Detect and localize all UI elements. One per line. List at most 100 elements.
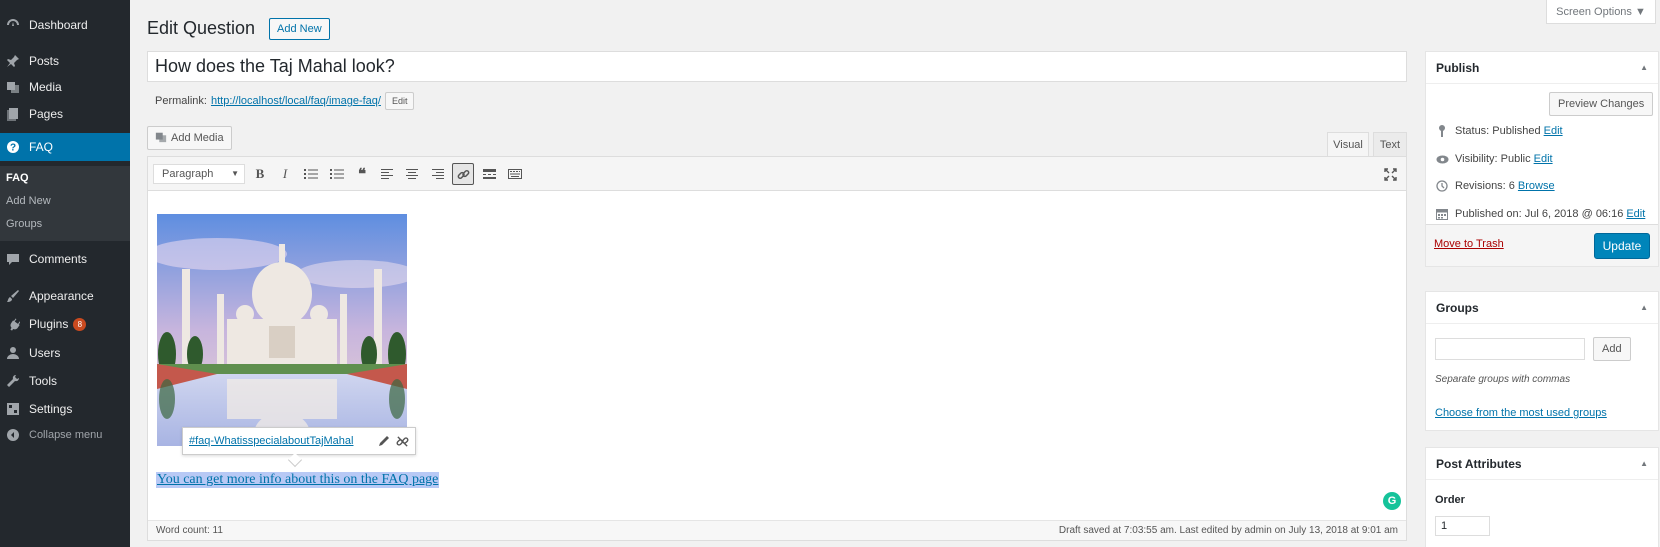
calendar-icon [1435, 208, 1449, 220]
sidebar-item-label: Users [29, 346, 61, 360]
sidebar-item-posts[interactable]: Posts [0, 47, 130, 75]
add-new-button[interactable]: Add New [269, 18, 330, 40]
italic-button[interactable]: I [274, 163, 296, 185]
preview-changes-button[interactable]: Preview Changes [1549, 92, 1654, 116]
collapse-menu-button[interactable]: Collapse menu [0, 421, 130, 449]
sidebar-item-media[interactable]: Media [0, 73, 130, 101]
sidebar-item-plugins[interactable]: Plugins 8 [0, 310, 130, 338]
settings-icon [5, 401, 21, 417]
tab-text[interactable]: Text [1373, 132, 1407, 156]
edit-status-link[interactable]: Edit [1544, 125, 1563, 137]
taj-mahal-image[interactable] [157, 214, 407, 446]
editor-toolbar: Paragraph ▼ B I ❝ [148, 157, 1406, 191]
chevron-up-icon[interactable]: ▲ [1640, 63, 1648, 72]
format-select-value: Paragraph [162, 168, 214, 180]
blockquote-button[interactable]: ❝ [351, 163, 373, 185]
insert-link-button[interactable] [452, 163, 474, 185]
order-input[interactable]: 1 [1435, 516, 1490, 536]
add-group-button[interactable]: Add [1593, 337, 1631, 361]
align-center-icon [406, 169, 418, 179]
permalink-link[interactable]: http://localhost/local/faq/image-faq/ [211, 95, 381, 107]
sidebar-item-pages[interactable]: Pages [0, 100, 130, 128]
chevron-down-icon: ▼ [231, 169, 239, 178]
chevron-up-icon[interactable]: ▲ [1640, 459, 1648, 468]
content-hyperlink[interactable]: You can get more info about this on the … [156, 472, 440, 488]
sidebar-item-settings[interactable]: Settings [0, 395, 130, 423]
post-status-row: Status: Published Edit [1435, 125, 1563, 137]
tab-visual[interactable]: Visual [1327, 132, 1369, 156]
align-left-icon [381, 169, 393, 179]
order-label: Order [1435, 494, 1465, 506]
sidebar-item-users[interactable]: Users [0, 339, 130, 367]
post-attributes-box: Post Attributes ▲ Order 1 [1425, 447, 1659, 547]
editor-content-area[interactable]: #faq-WhatisspecialaboutTajMahal You can … [148, 192, 1406, 522]
groups-hint: Separate groups with commas [1435, 374, 1571, 385]
sidebar-item-faq[interactable]: ? FAQ [0, 133, 130, 161]
post-attributes-header[interactable]: Post Attributes ▲ [1426, 448, 1658, 480]
page-title: Edit Question [147, 18, 256, 38]
post-attributes-title: Post Attributes [1436, 456, 1522, 471]
unlink-icon [396, 435, 409, 447]
sidebar-item-label: Pages [29, 107, 64, 121]
read-more-button[interactable] [478, 163, 500, 185]
submenu-item-add-new[interactable]: Add New [6, 195, 51, 207]
blockquote-icon: ❝ [357, 166, 367, 183]
sidebar-item-label: Settings [29, 402, 73, 416]
align-right-icon [432, 169, 444, 179]
read-more-icon [482, 169, 496, 179]
bullet-list-button[interactable] [300, 163, 322, 185]
align-center-button[interactable] [401, 163, 423, 185]
edit-date-link[interactable]: Edit [1626, 208, 1645, 220]
update-button[interactable]: Update [1594, 233, 1650, 259]
sidebar-item-label: Posts [29, 54, 60, 68]
sidebar-item-tools[interactable]: Tools [0, 367, 130, 395]
new-group-input[interactable] [1435, 338, 1585, 360]
edit-visibility-link[interactable]: Edit [1534, 153, 1553, 165]
dashboard-icon [5, 17, 21, 33]
link-preview[interactable]: #faq-WhatisspecialaboutTajMahal [189, 435, 372, 447]
toolbar-toggle-button[interactable] [504, 163, 526, 185]
publish-box-header[interactable]: Publish ▲ [1426, 52, 1658, 84]
media-icon [155, 131, 167, 146]
post-title-input[interactable]: How does the Taj Mahal look? [147, 51, 1407, 82]
screen-options-button[interactable]: Screen Options ▼ [1546, 0, 1656, 24]
faq-submenu: FAQ Add New Groups [0, 166, 130, 241]
link-icon [457, 169, 469, 179]
bold-icon: B [255, 166, 265, 181]
bold-button[interactable]: B [249, 163, 271, 185]
sidebar-item-comments[interactable]: Comments [0, 245, 130, 273]
sidebar-item-label: Dashboard [29, 18, 88, 32]
align-left-button[interactable] [376, 163, 398, 185]
comment-icon [5, 251, 21, 267]
key-icon [1435, 125, 1449, 137]
sidebar-item-appearance[interactable]: Appearance [0, 282, 130, 310]
format-select[interactable]: Paragraph ▼ [153, 164, 245, 184]
permalink-edit-button[interactable]: Edit [384, 92, 415, 110]
users-icon [5, 345, 21, 361]
link-toolbar-popover: #faq-WhatisspecialaboutTajMahal [182, 427, 416, 455]
choose-groups-link[interactable]: Choose from the most used groups [1435, 407, 1607, 419]
add-media-button[interactable]: Add Media [147, 126, 232, 150]
align-right-button[interactable] [427, 163, 449, 185]
distraction-free-button[interactable] [1379, 163, 1401, 185]
move-to-trash-link[interactable]: Move to Trash [1434, 238, 1504, 250]
groups-box-title: Groups [1436, 300, 1479, 315]
publish-actions: Move to Trash Update [1426, 224, 1658, 266]
browse-revisions-link[interactable]: Browse [1518, 180, 1555, 192]
autosave-status: Draft saved at 7:03:55 am. Last edited b… [1058, 525, 1398, 536]
submenu-item-faq[interactable]: FAQ [6, 172, 29, 184]
grammarly-icon[interactable]: G [1383, 492, 1401, 510]
groups-box-header[interactable]: Groups ▲ [1426, 292, 1658, 324]
pin-icon [5, 53, 21, 69]
sidebar-item-dashboard[interactable]: Dashboard [0, 11, 130, 39]
plugins-update-badge: 8 [73, 317, 87, 331]
popover-arrow [287, 452, 303, 468]
pencil-icon [379, 436, 389, 446]
numbered-list-button[interactable] [326, 163, 348, 185]
chevron-up-icon[interactable]: ▲ [1640, 303, 1648, 312]
edit-link-button[interactable] [378, 435, 390, 447]
plug-icon [5, 316, 21, 332]
remove-link-button[interactable] [396, 435, 409, 448]
keyboard-icon [508, 169, 522, 179]
submenu-item-groups[interactable]: Groups [6, 218, 42, 230]
